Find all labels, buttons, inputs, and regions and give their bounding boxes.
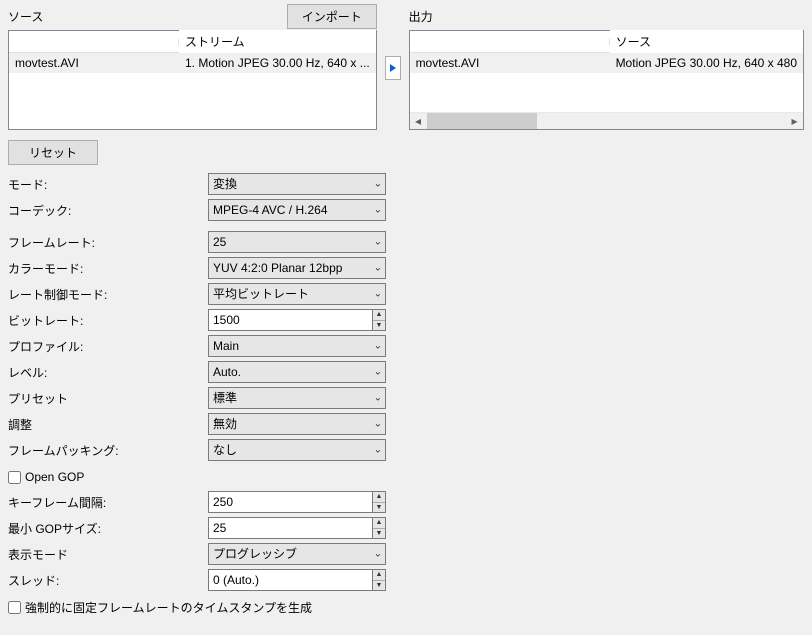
reset-button[interactable]: リセット [8, 140, 98, 165]
codec-label: コーデック: [8, 202, 208, 219]
mode-label: モード: [8, 176, 208, 193]
spinner-down-icon[interactable]: ▼ [373, 503, 385, 513]
source-col-stream[interactable]: ストリーム [179, 30, 376, 53]
mode-select[interactable]: 変換 [208, 173, 386, 195]
spinner-down-icon[interactable]: ▼ [373, 321, 385, 331]
scroll-left-icon[interactable]: ◂ [410, 113, 427, 130]
source-grid[interactable]: ストリーム movtest.AVI 1. Motion JPEG 30.00 H… [8, 30, 377, 130]
mingopsize-spinner[interactable] [208, 517, 373, 539]
spinner-up-icon[interactable]: ▲ [373, 570, 385, 581]
framepacking-select[interactable]: なし [208, 439, 386, 461]
colormode-select[interactable]: YUV 4:2:0 Planar 12bpp [208, 257, 386, 279]
output-col-file[interactable] [410, 39, 610, 45]
opengop-label: Open GOP [25, 470, 84, 484]
source-grid-header: ストリーム [9, 31, 376, 53]
transfer-button[interactable] [385, 56, 401, 80]
threads-label: スレッド: [8, 572, 208, 589]
forcefixed-checkbox[interactable] [8, 601, 21, 614]
source-cell-file: movtest.AVI [9, 54, 179, 72]
codec-select[interactable]: MPEG-4 AVC / H.264 [208, 199, 386, 221]
profile-select[interactable]: Main [208, 335, 386, 357]
tuning-label: 調整 [8, 416, 208, 433]
spinner-down-icon[interactable]: ▼ [373, 581, 385, 591]
spinner-up-icon[interactable]: ▲ [373, 310, 385, 321]
framepacking-label: フレームパッキング: [8, 442, 208, 459]
output-cell-file: movtest.AVI [410, 54, 610, 72]
output-col-source[interactable]: ソース [610, 30, 803, 53]
level-label: レベル: [8, 364, 208, 381]
framerate-select[interactable]: 25 [208, 231, 386, 253]
keyframeinterval-label: キーフレーム間隔: [8, 494, 208, 511]
source-col-file[interactable] [9, 39, 179, 45]
spinner-up-icon[interactable]: ▲ [373, 518, 385, 529]
spinner-up-icon[interactable]: ▲ [373, 492, 385, 503]
table-row[interactable]: movtest.AVI Motion JPEG 30.00 Hz, 640 x … [410, 53, 803, 73]
bitrate-label: ビットレート: [8, 312, 208, 329]
threads-spinner[interactable] [208, 569, 373, 591]
profile-label: プロファイル: [8, 338, 208, 355]
scroll-thumb[interactable] [427, 113, 537, 129]
output-grid[interactable]: ソース movtest.AVI Motion JPEG 30.00 Hz, 64… [409, 30, 804, 130]
output-grid-header: ソース [410, 31, 803, 53]
source-cell-stream: 1. Motion JPEG 30.00 Hz, 640 x ... [179, 54, 376, 72]
displaymode-select[interactable]: プログレッシブ [208, 543, 386, 565]
keyframeinterval-spinner[interactable] [208, 491, 373, 513]
level-select[interactable]: Auto. [208, 361, 386, 383]
bitrate-spinner[interactable] [208, 309, 373, 331]
output-panel: 出力 ソース movtest.AVI Motion JPEG 30.00 Hz,… [409, 4, 804, 130]
opengop-checkbox[interactable] [8, 471, 21, 484]
ratecontrol-label: レート制御モード: [8, 286, 208, 303]
source-title: ソース [8, 8, 43, 25]
displaymode-label: 表示モード [8, 546, 208, 563]
scroll-right-icon[interactable]: ▸ [786, 113, 803, 130]
mingopsize-label: 最小 GOPサイズ: [8, 520, 208, 537]
output-cell-source: Motion JPEG 30.00 Hz, 640 x 480 [610, 54, 803, 72]
spinner-down-icon[interactable]: ▼ [373, 529, 385, 539]
colormode-label: カラーモード: [8, 260, 208, 277]
tuning-select[interactable]: 無効 [208, 413, 386, 435]
framerate-label: フレームレート: [8, 234, 208, 251]
forcefixed-label: 強制的に固定フレームレートのタイムスタンプを生成 [25, 599, 312, 616]
output-title: 出力 [409, 8, 433, 25]
source-panel: ソース インポート ストリーム movtest.AVI 1. Motion JP… [8, 4, 377, 130]
preset-select[interactable]: 標準 [208, 387, 386, 409]
ratecontrol-select[interactable]: 平均ビットレート [208, 283, 386, 305]
table-row[interactable]: movtest.AVI 1. Motion JPEG 30.00 Hz, 640… [9, 53, 376, 73]
output-hscrollbar[interactable]: ◂ ▸ [410, 112, 803, 129]
scroll-track[interactable] [427, 113, 786, 129]
preset-label: プリセット [8, 390, 208, 407]
import-button[interactable]: インポート [287, 4, 377, 29]
